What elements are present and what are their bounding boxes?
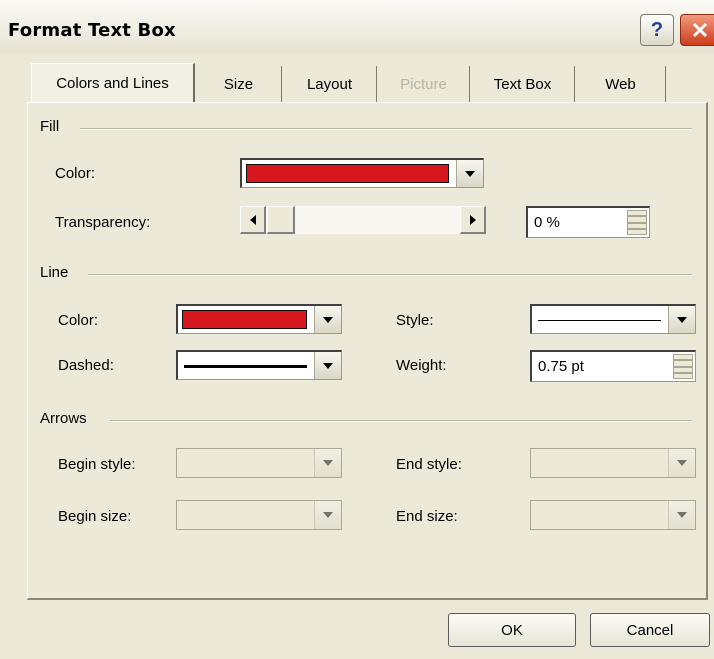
fill-separator — [80, 128, 692, 130]
tab-colors-and-lines[interactable]: Colors and Lines — [31, 63, 195, 102]
line-style-dropdown[interactable] — [530, 304, 696, 334]
line-color-label: Color: — [58, 312, 99, 329]
chevron-down-icon[interactable] — [314, 352, 341, 379]
dashed-preview — [184, 364, 307, 368]
weight-label: Weight: — [396, 357, 447, 374]
slider-thumb[interactable] — [267, 206, 295, 234]
weight-input[interactable]: 0.75 pt — [530, 350, 696, 382]
dashed-label: Dashed: — [58, 357, 114, 374]
end-style-label: End style: — [396, 456, 462, 473]
window-title: Format Text Box — [8, 20, 176, 41]
fill-color-dropdown[interactable] — [240, 158, 484, 188]
arrows-separator — [110, 420, 692, 422]
end-style-dropdown — [530, 448, 696, 478]
tab-layout[interactable]: Layout — [283, 66, 377, 102]
transparency-percent-input[interactable]: 0 % — [526, 206, 650, 238]
chevron-down-icon[interactable] — [668, 306, 695, 333]
fill-color-label: Color: — [55, 165, 96, 182]
help-icon: ? — [650, 18, 664, 41]
fill-color-swatch — [246, 164, 449, 183]
close-button[interactable] — [680, 14, 714, 46]
line-color-dropdown[interactable] — [176, 304, 342, 334]
line-separator — [88, 274, 692, 276]
tab-size[interactable]: Size — [196, 66, 282, 102]
line-style-label: Style: — [396, 312, 434, 329]
chevron-down-icon — [314, 501, 341, 529]
end-size-label: End size: — [396, 508, 458, 525]
chevron-down-icon — [668, 449, 695, 477]
line-style-preview — [538, 319, 661, 321]
tab-picture: Picture — [378, 66, 470, 102]
slider-left-icon[interactable] — [240, 206, 266, 234]
chevron-down-icon[interactable] — [456, 160, 483, 187]
begin-style-label: Begin style: — [58, 456, 136, 473]
help-button[interactable]: ? — [640, 14, 674, 46]
transparency-value: 0 % — [534, 214, 560, 231]
begin-style-dropdown — [176, 448, 342, 478]
slider-right-icon[interactable] — [460, 206, 486, 234]
fill-heading: Fill — [40, 118, 66, 135]
tab-text-box[interactable]: Text Box — [471, 66, 575, 102]
tab-web[interactable]: Web — [576, 66, 666, 102]
chevron-down-icon — [668, 501, 695, 529]
begin-size-dropdown — [176, 500, 342, 530]
close-icon — [692, 22, 708, 38]
line-heading: Line — [40, 264, 75, 281]
line-color-swatch — [182, 310, 307, 329]
cancel-button[interactable]: Cancel — [590, 613, 710, 647]
transparency-slider[interactable] — [240, 206, 486, 234]
spinner-icon[interactable] — [627, 210, 647, 235]
dashed-dropdown[interactable] — [176, 350, 342, 380]
transparency-label: Transparency: — [55, 214, 151, 231]
chevron-down-icon[interactable] — [314, 306, 341, 333]
chevron-down-icon — [314, 449, 341, 477]
end-size-dropdown — [530, 500, 696, 530]
spinner-icon[interactable] — [673, 354, 693, 379]
begin-size-label: Begin size: — [58, 508, 132, 525]
weight-value: 0.75 pt — [538, 358, 584, 375]
arrows-heading: Arrows — [40, 410, 93, 427]
ok-button[interactable]: OK — [448, 613, 576, 647]
